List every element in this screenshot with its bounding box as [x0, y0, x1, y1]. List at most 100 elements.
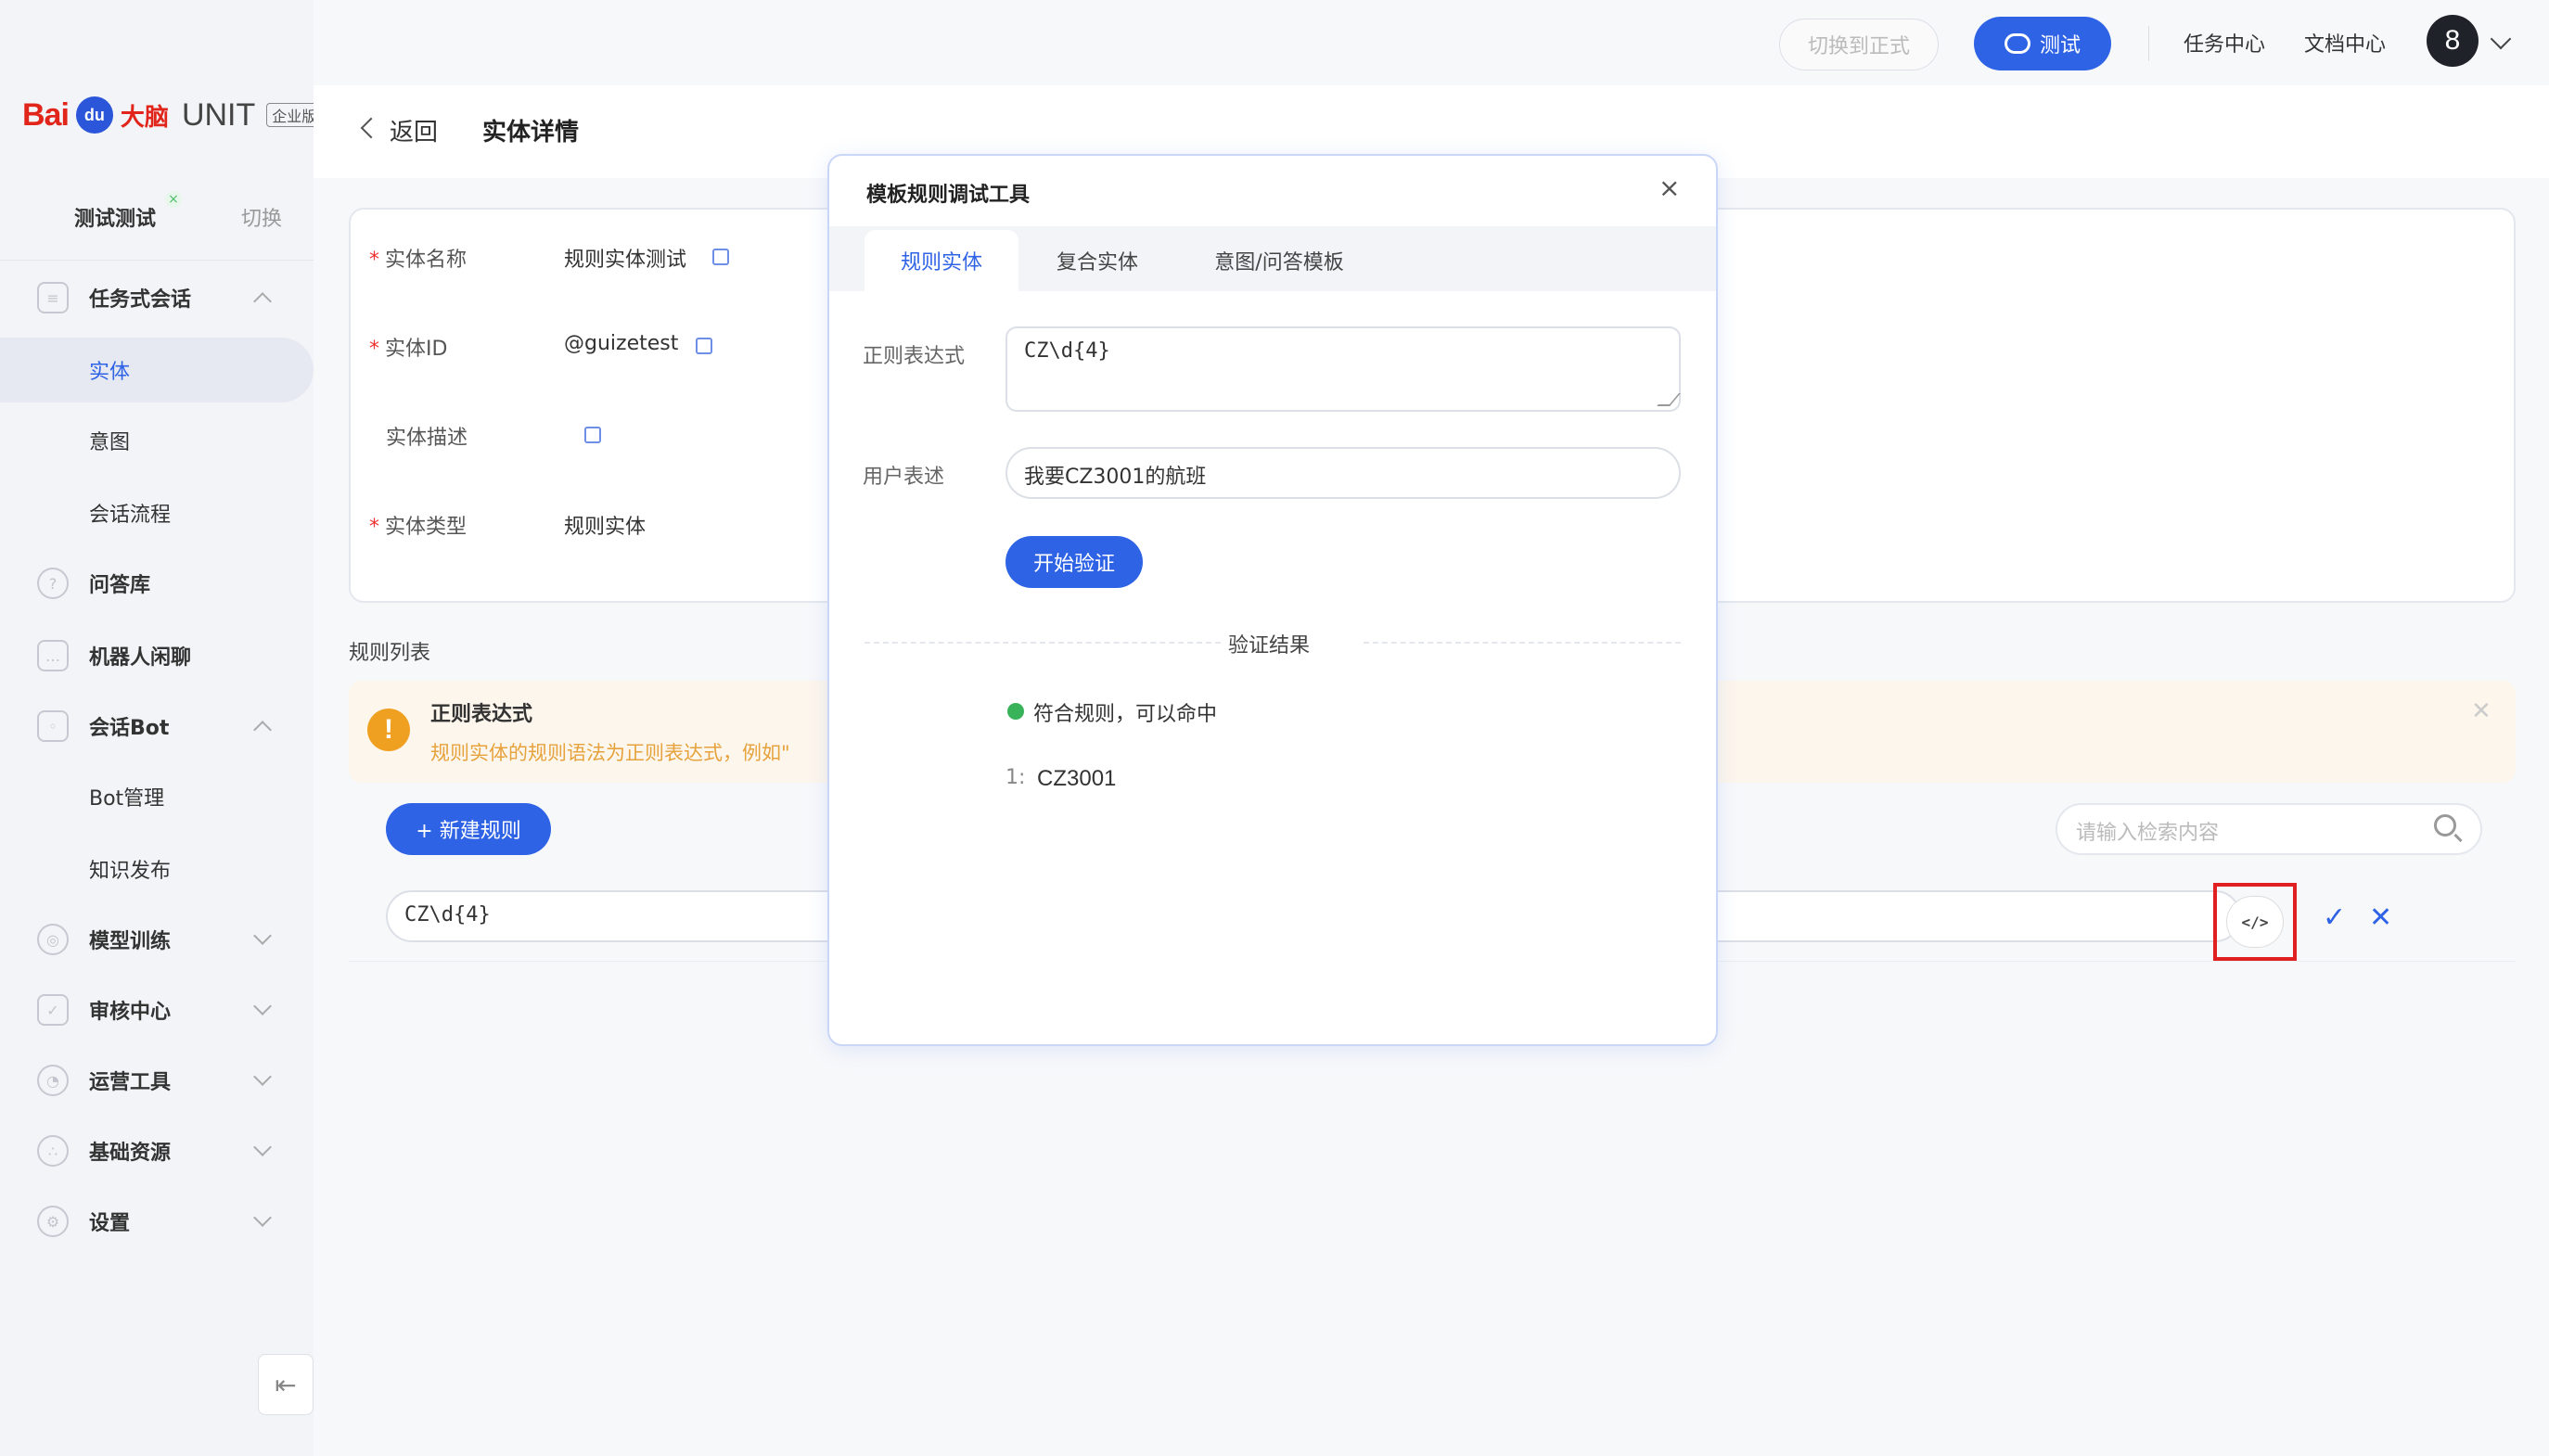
cancel-icon[interactable]: ✕ — [2369, 901, 2392, 934]
sidebar-item-intent[interactable]: 意图 — [0, 408, 314, 473]
result-divider-right — [1364, 642, 1681, 644]
sidebar-item-label: 会话Bot — [89, 717, 170, 740]
sidebar-item-entity[interactable]: 实体 — [0, 338, 314, 402]
sidebar-item-ops-tools[interactable]: ◔ 运营工具 — [0, 1048, 314, 1113]
utterance-label: 用户表述 — [863, 466, 945, 489]
sidebar-item-label: 意图 — [89, 431, 131, 454]
sidebar-item-bot-manage[interactable]: Bot管理 — [0, 764, 314, 829]
sidebar-item-label: 问答库 — [89, 574, 151, 597]
workspace-name: 测试测试 — [74, 208, 157, 231]
test-button[interactable]: 测试 — [1974, 17, 2111, 70]
sidebar-item-settings[interactable]: ⚙ 设置 — [0, 1189, 314, 1254]
chevron-down-icon — [253, 1067, 272, 1086]
bot-icon: ◦ — [37, 710, 69, 742]
sidebar-item-label: 会话流程 — [89, 504, 172, 527]
ops-icon: ◔ — [37, 1065, 69, 1096]
sidebar-item-label: 设置 — [89, 1212, 131, 1235]
search-icon[interactable] — [2434, 814, 2456, 837]
code-icon[interactable]: </> — [2226, 896, 2284, 948]
sidebar-item-review[interactable]: ✓ 审核中心 — [0, 977, 314, 1042]
entity-id-label: * 实体ID — [369, 338, 448, 361]
shield-icon: ✓ — [37, 994, 69, 1026]
rules-list-title: 规则列表 — [349, 642, 431, 665]
logo-unit-text: UNIT — [181, 96, 256, 133]
qa-icon: ? — [37, 568, 69, 599]
entity-desc-label: 实体描述 — [386, 427, 468, 450]
sidebar-item-label: 机器人闲聊 — [89, 646, 192, 670]
warning-icon: ! — [367, 709, 410, 751]
test-button-label: 测试 — [2039, 34, 2081, 57]
close-icon[interactable]: ✕ — [2471, 697, 2491, 725]
check-icon[interactable]: ✓ — [2323, 901, 2346, 934]
result-title: 验证结果 — [1228, 634, 1311, 658]
logo-bai-text: Bai — [22, 96, 70, 133]
model-icon: ◎ — [37, 924, 69, 955]
tab-rule-entity[interactable]: 规则实体 — [865, 230, 1018, 291]
sidebar-item-label: 基础资源 — [89, 1142, 172, 1165]
topbar-divider — [2148, 26, 2149, 61]
avatar[interactable]: 8 — [2427, 15, 2479, 67]
paw-icon: du — [75, 96, 113, 134]
chevron-up-icon — [253, 721, 272, 739]
tab-composite-entity[interactable]: 复合实体 — [1030, 230, 1165, 291]
sidebar-item-label: 运营工具 — [89, 1071, 172, 1094]
sidebar-divider — [0, 260, 314, 261]
gear-icon: ⚙ — [37, 1206, 69, 1237]
sidebar-item-label: 模型训练 — [89, 930, 172, 953]
rule-input-value: CZ\d{4} — [404, 903, 491, 926]
sidebar-item-qa[interactable]: ? 问答库 — [0, 551, 314, 616]
chat-bubble-icon — [2004, 33, 2030, 54]
entity-name-value: 规则实体测试 — [564, 249, 687, 272]
sidebar-item-knowledge-publish[interactable]: 知识发布 — [0, 837, 314, 901]
resource-icon: ∴ — [37, 1135, 69, 1167]
entity-type-label: * 实体类型 — [369, 516, 468, 539]
switch-to-production-button[interactable]: 切换到正式 — [1779, 19, 1939, 70]
sidebar-item-model-training[interactable]: ◎ 模型训练 — [0, 907, 314, 972]
chevron-down-icon — [253, 997, 272, 1015]
sidebar-item-resources[interactable]: ∴ 基础资源 — [0, 1118, 314, 1183]
chevron-down-icon — [253, 1208, 272, 1227]
new-rule-button[interactable]: + 新建规则 — [386, 803, 551, 855]
workspace-status-icon: × — [165, 191, 182, 208]
workspace-switch-link[interactable]: 切换 — [241, 202, 282, 232]
back-link[interactable]: 返回 — [390, 113, 438, 147]
sidebar-item-dialog-flow[interactable]: 会话流程 — [0, 480, 314, 545]
sidebar-item-label: 任务式会话 — [89, 288, 192, 312]
dialog-title: 模板规则调试工具 — [866, 184, 1031, 207]
chevron-up-icon — [253, 292, 272, 311]
task-center-link[interactable]: 任务中心 — [2184, 28, 2265, 57]
regex-label: 正则表达式 — [863, 345, 966, 368]
alert-description: 规则实体的规则语法为正则表达式，例如" — [430, 742, 790, 764]
close-icon[interactable]: × — [1659, 172, 1680, 203]
utterance-input-value: 我要CZ3001的航班 — [1024, 466, 1207, 489]
edit-icon[interactable] — [696, 338, 712, 354]
result-divider-left — [865, 642, 1221, 644]
result-status: 符合规则，可以命中 — [1033, 703, 1218, 726]
entity-name-label: * 实体名称 — [369, 249, 468, 272]
logo-danao-text: 大脑 — [120, 102, 169, 131]
doc-center-link[interactable]: 文档中心 — [2304, 28, 2386, 57]
sidebar-item-label: Bot管理 — [89, 787, 165, 811]
sidebar-collapse-button[interactable]: ⇤ — [258, 1354, 314, 1415]
chevron-down-icon — [253, 1138, 272, 1156]
match-index: 1: — [1006, 766, 1026, 789]
edit-icon[interactable] — [712, 249, 729, 265]
sidebar-item-label: 实体 — [89, 361, 131, 384]
chevron-down-icon — [253, 926, 272, 945]
chat-icon: … — [37, 640, 69, 671]
regex-textarea-value: CZ\d{4} — [1024, 339, 1110, 363]
sidebar-item-chitchat[interactable]: … 机器人闲聊 — [0, 623, 314, 688]
match-value: CZ3001 — [1037, 766, 1117, 791]
entity-id-value: @guizetest — [564, 332, 679, 355]
start-verify-button[interactable]: 开始验证 — [1006, 536, 1143, 588]
tab-intent-qa-template[interactable]: 意图/问答模板 — [1184, 230, 1375, 291]
sidebar-item-label: 审核中心 — [89, 1001, 172, 1024]
sidebar-item-task-dialog[interactable]: ≡ 任务式会话 — [0, 265, 314, 330]
success-icon — [1007, 703, 1024, 720]
tree-icon: ≡ — [37, 282, 69, 313]
edit-icon[interactable] — [584, 427, 601, 443]
search-placeholder: 请输入检索内容 — [2076, 822, 2220, 845]
sidebar-item-bot[interactable]: ◦ 会话Bot — [0, 694, 314, 759]
baidu-unit-logo[interactable]: Bai du 大脑 UNIT 企业版 — [22, 89, 323, 141]
sidebar-item-label: 知识发布 — [89, 860, 172, 883]
